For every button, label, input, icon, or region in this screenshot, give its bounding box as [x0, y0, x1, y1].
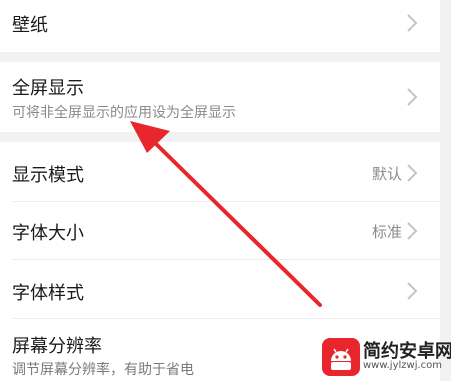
- font-style-item[interactable]: 字体样式: [0, 260, 440, 318]
- wallpaper-group: 壁纸: [0, 0, 440, 52]
- display-mode-title: 显示模式: [12, 165, 84, 186]
- chevron-right-icon: [407, 14, 418, 32]
- font-size-value: 标准: [371, 223, 402, 241]
- fullscreen-item[interactable]: 全屏显示 可将非全屏显示的应用设为全屏显示: [0, 62, 440, 132]
- fullscreen-group: 全屏显示 可将非全屏显示的应用设为全屏显示: [0, 62, 440, 132]
- display-mode-item[interactable]: 显示模式 默认: [0, 142, 440, 201]
- font-size-item[interactable]: 字体大小 标准: [0, 202, 440, 259]
- chevron-right-icon: [407, 164, 418, 182]
- android-logo-icon: [322, 338, 360, 376]
- resolution-subtitle: 调节屏幕分辨率，有助于省电: [12, 362, 194, 378]
- resolution-title: 屏幕分辨率: [12, 336, 102, 357]
- display-mode-value: 默认: [371, 165, 402, 183]
- chevron-right-icon: [407, 88, 418, 106]
- chevron-right-icon: [407, 282, 418, 300]
- fullscreen-subtitle: 可将非全屏显示的应用设为全屏显示: [12, 105, 236, 121]
- font-style-title: 字体样式: [12, 283, 84, 304]
- watermark-url: www.jylzwj.com: [363, 360, 443, 371]
- font-size-title: 字体大小: [12, 223, 84, 244]
- watermark: 简约安卓网 www.jylzwj.com: [319, 335, 451, 379]
- wallpaper-item[interactable]: 壁纸: [0, 0, 440, 52]
- wallpaper-title: 壁纸: [12, 15, 48, 36]
- fullscreen-title: 全屏显示: [12, 78, 84, 99]
- chevron-right-icon: [407, 222, 418, 240]
